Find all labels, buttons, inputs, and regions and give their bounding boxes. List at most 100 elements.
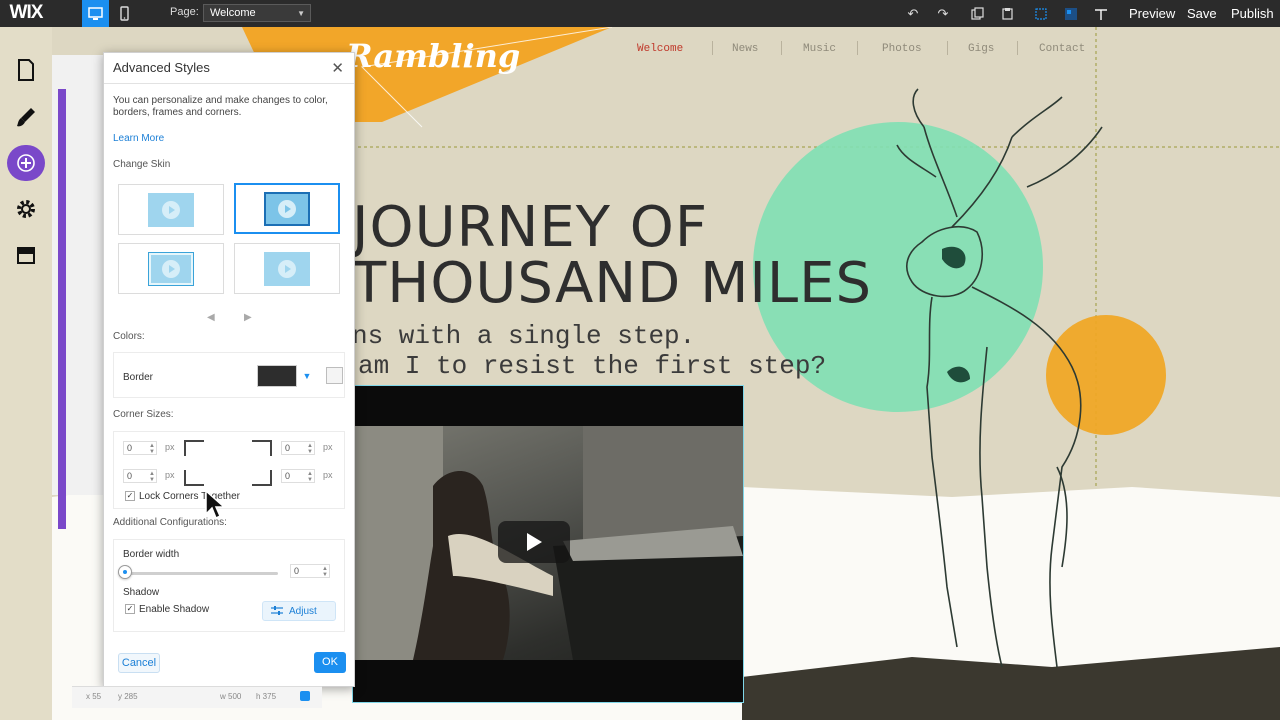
close-icon[interactable]: ✕	[331, 59, 344, 77]
corner-sizes-label: Corner Sizes:	[113, 409, 174, 420]
border-color-swatch[interactable]	[257, 365, 297, 387]
enable-shadow-checkbox[interactable]: ✓	[125, 604, 135, 614]
border-color-label: Border	[123, 372, 154, 383]
nav-divider	[857, 41, 858, 55]
nav-divider	[947, 41, 948, 55]
design-button[interactable]	[8, 99, 44, 135]
tagline-line-1: ns with a single step.	[352, 321, 696, 351]
chevron-down-icon: ▼	[297, 9, 305, 18]
sliders-icon	[271, 606, 283, 615]
change-skin-label: Change Skin	[113, 159, 171, 170]
site-brand-logo: Rambling	[346, 37, 521, 75]
skin-option-4[interactable]	[234, 243, 340, 294]
play-icon	[162, 200, 180, 219]
gridlines-button[interactable]	[1030, 3, 1052, 24]
nav-divider	[1017, 41, 1018, 55]
ruler-icon	[1095, 8, 1107, 20]
paste-button[interactable]	[996, 3, 1018, 24]
mobile-view-button[interactable]	[111, 0, 138, 27]
corner-top-left-input[interactable]: 0 ▲ ▼	[123, 441, 157, 455]
store-icon	[17, 247, 35, 264]
skin-thumbnail	[148, 192, 194, 227]
border-width-input[interactable]: 0 ▲ ▼	[290, 564, 330, 578]
corner-bottom-right-input[interactable]: 0 ▲ ▼	[281, 469, 315, 483]
corner-bottom-left-input[interactable]: 0 ▲ ▼	[123, 469, 157, 483]
lock-corners-checkbox[interactable]: ✓	[125, 491, 135, 501]
border-width-slider-handle[interactable]	[118, 565, 132, 579]
skin-option-1[interactable]	[118, 184, 224, 235]
publish-button[interactable]: Publish	[1231, 6, 1274, 21]
editor-left-toolbar	[0, 27, 52, 720]
add-button[interactable]	[7, 145, 45, 181]
gridlines-icon	[1035, 7, 1047, 20]
desktop-view-button[interactable]	[82, 0, 109, 27]
copy-button[interactable]	[966, 3, 988, 24]
corner-preview-top-left	[184, 440, 204, 456]
corner-top-right-input[interactable]: 0 ▲ ▼	[281, 441, 315, 455]
stepper-arrows-icon[interactable]: ▲ ▼	[149, 471, 155, 483]
pages-button[interactable]	[8, 52, 44, 88]
settings-button[interactable]	[8, 191, 44, 227]
site-nav-welcome[interactable]: Welcome	[637, 43, 683, 55]
page-dropdown-value: Welcome	[210, 7, 256, 19]
stepper-arrows-icon[interactable]: ▲ ▼	[307, 443, 313, 455]
learn-more-link[interactable]: Learn More	[113, 133, 164, 144]
redo-button[interactable]: ↷	[932, 3, 954, 24]
video-play-button[interactable]	[498, 521, 570, 563]
border-width-slider-track[interactable]	[126, 572, 278, 575]
color-picker-icon[interactable]	[326, 367, 343, 384]
y-coordinate[interactable]: y 285	[118, 692, 138, 701]
stepper-arrows-icon[interactable]: ▲ ▼	[307, 471, 313, 483]
lock-ratio-icon[interactable]	[300, 691, 310, 701]
play-icon	[162, 259, 180, 278]
undo-icon: ↶	[907, 5, 919, 21]
page-icon	[18, 59, 34, 81]
nav-divider	[712, 41, 713, 55]
px-unit: px	[165, 470, 175, 480]
play-icon	[278, 259, 296, 278]
ok-button[interactable]: OK	[314, 652, 346, 673]
corner-top-left-value: 0	[127, 443, 133, 453]
background-settings-panel	[52, 55, 104, 529]
video-thumbnail	[353, 426, 743, 660]
snap-button[interactable]	[1060, 3, 1082, 24]
px-unit: px	[165, 442, 175, 452]
app-market-button[interactable]	[8, 237, 44, 273]
site-nav-news[interactable]: News	[732, 43, 758, 55]
plus-icon	[17, 154, 35, 172]
corner-top-right-value: 0	[285, 443, 291, 453]
chevron-down-icon[interactable]: ▼	[300, 365, 314, 387]
dialog-intro-text: You can personalize and make changes to …	[113, 95, 328, 118]
x-coordinate[interactable]: x 55	[86, 692, 101, 701]
px-unit: px	[323, 442, 333, 452]
skin-option-3[interactable]	[118, 243, 224, 294]
page-dropdown[interactable]: Welcome ▼	[203, 4, 311, 22]
height-value[interactable]: h 375	[256, 692, 276, 701]
stepper-arrows-icon[interactable]: ▲ ▼	[322, 566, 328, 578]
site-nav-music[interactable]: Music	[803, 43, 836, 55]
border-width-value: 0	[294, 566, 300, 576]
skin-thumbnail	[148, 251, 194, 286]
mobile-icon	[120, 6, 129, 21]
site-nav-photos[interactable]: Photos	[882, 43, 922, 55]
rulers-button[interactable]	[1090, 3, 1112, 24]
save-button[interactable]: Save	[1187, 6, 1217, 21]
undo-button[interactable]: ↶	[902, 3, 924, 24]
site-nav-contact[interactable]: Contact	[1039, 43, 1085, 55]
preview-button[interactable]: Preview	[1129, 6, 1175, 21]
cancel-button[interactable]: Cancel	[118, 653, 160, 673]
video-player-component[interactable]	[352, 385, 744, 703]
adjust-label: Adjust	[289, 605, 317, 617]
stepper-arrows-icon[interactable]: ▲ ▼	[149, 443, 155, 455]
skin-option-2-selected[interactable]	[234, 183, 340, 234]
redo-icon: ↷	[937, 5, 949, 21]
skin-prev-icon[interactable]: ◀	[207, 312, 215, 323]
wix-logo: WIX	[9, 2, 44, 23]
skin-next-icon[interactable]: ▶	[244, 312, 252, 323]
corner-preview-top-right	[252, 440, 272, 456]
paintbrush-icon	[17, 108, 35, 127]
gear-icon	[17, 200, 35, 218]
shadow-adjust-button[interactable]: Adjust	[262, 601, 336, 621]
site-nav-gigs[interactable]: Gigs	[968, 43, 994, 55]
width-value[interactable]: w 500	[220, 692, 241, 701]
